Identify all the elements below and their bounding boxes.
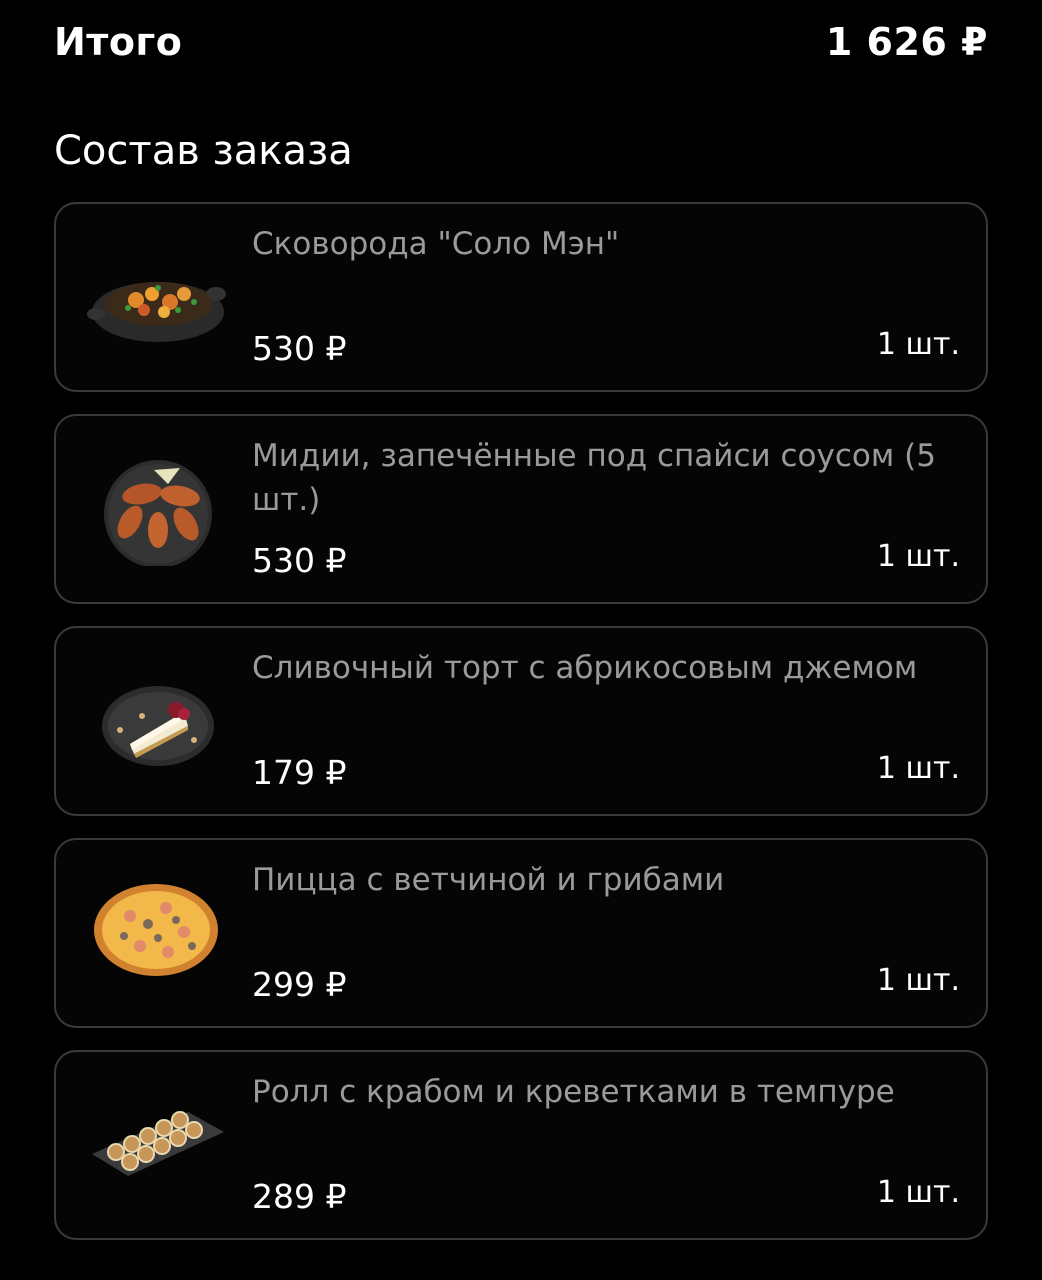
order-items-list: Сковорода "Соло Мэн" 530 ₽ 1 шт. Мидии, … — [54, 202, 988, 1262]
total-label: Итого — [54, 20, 183, 64]
order-item-card[interactable]: Пицца с ветчиной и грибами 299 ₽ 1 шт. — [54, 838, 988, 1028]
order-composition-title: Состав заказа — [54, 128, 353, 174]
order-item-card[interactable]: Сковорода "Соло Мэн" 530 ₽ 1 шт. — [54, 202, 988, 392]
item-name: Ролл с крабом и креветками в темпуре — [252, 1074, 895, 1110]
item-name: Пицца с ветчиной и грибами — [252, 862, 725, 898]
item-quantity: 1 шт. — [876, 1175, 960, 1210]
item-price: 179 ₽ — [252, 753, 347, 792]
order-item-card[interactable]: Мидии, запечённые под спайси соусом (5 ш… — [54, 414, 988, 604]
item-price: 530 ₽ — [252, 541, 347, 580]
order-item-card[interactable]: Сливочный торт с абрикосовым джемом 179 … — [54, 626, 988, 816]
item-name: Сковорода "Соло Мэн" — [252, 226, 620, 262]
item-quantity: 1 шт. — [876, 963, 960, 998]
item-quantity: 1 шт. — [876, 327, 960, 362]
cake-slice-image — [102, 686, 214, 766]
item-price: 530 ₽ — [252, 329, 347, 368]
pizza-image — [94, 884, 218, 976]
skillet-dish-image — [87, 282, 226, 342]
item-quantity: 1 шт. — [876, 751, 960, 786]
item-price: 299 ₽ — [252, 965, 347, 1004]
total-value: 1 626 ₽ — [825, 20, 988, 64]
item-name: Сливочный торт с абрикосовым джемом — [252, 650, 918, 686]
item-price: 289 ₽ — [252, 1177, 347, 1216]
tempura-roll-image — [92, 1111, 224, 1176]
item-quantity: 1 шт. — [876, 539, 960, 574]
mussels-plate-image — [104, 460, 212, 566]
order-total-row: Итого 1 626 ₽ — [54, 14, 988, 70]
order-item-card[interactable]: Ролл с крабом и креветками в темпуре 289… — [54, 1050, 988, 1240]
item-name: Мидии, запечённые под спайси соусом (5 ш… — [252, 438, 936, 518]
